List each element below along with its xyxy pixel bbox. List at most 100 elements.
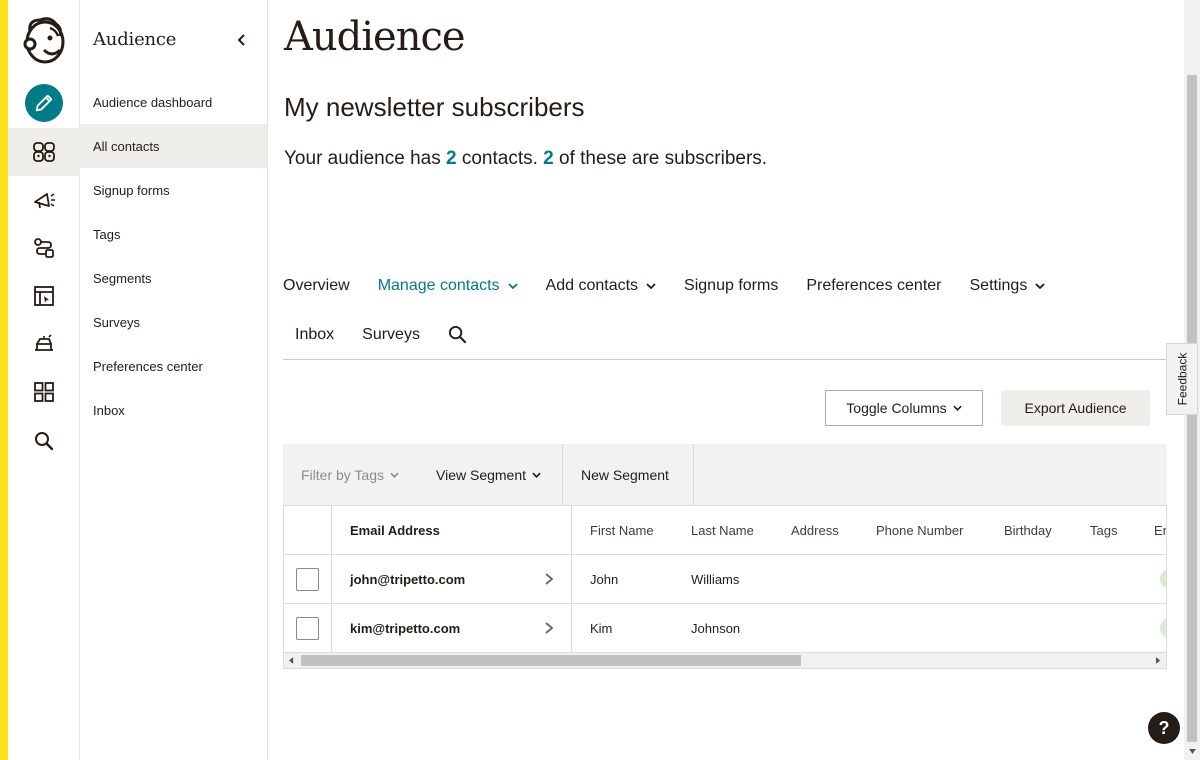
primary-icon-rail: [8, 0, 80, 760]
column-header-tags[interactable]: Tags: [1090, 506, 1117, 554]
triangle-left-icon: [289, 657, 294, 664]
feedback-label: Feedback: [1175, 352, 1190, 406]
column-header-phone[interactable]: Phone Number: [876, 506, 963, 554]
subnav-item-inbox[interactable]: Inbox: [80, 388, 267, 432]
tab-overview[interactable]: Overview: [283, 277, 350, 295]
content-studio-icon: [35, 334, 53, 351]
export-audience-button[interactable]: Export Audience: [1001, 390, 1150, 426]
subnav-item-preferences-center[interactable]: Preferences center: [80, 344, 267, 388]
subnav-item-surveys[interactable]: Surveys: [80, 300, 267, 344]
tab-add-contacts[interactable]: Add contacts: [546, 277, 657, 295]
rail-item-automations[interactable]: [8, 224, 80, 272]
subscribed-status-badge: [1160, 569, 1166, 589]
rail-item-search[interactable]: [8, 417, 80, 465]
view-segment-dropdown[interactable]: View Segment: [436, 444, 541, 506]
tab-label: Overview: [283, 277, 350, 294]
filter-divider: [562, 444, 563, 506]
new-segment-button[interactable]: New Segment: [581, 444, 669, 506]
help-button[interactable]: ?: [1148, 712, 1180, 744]
feedback-tab[interactable]: Feedback: [1166, 343, 1198, 415]
collapse-subnav-button[interactable]: [232, 30, 252, 50]
column-header-last-name[interactable]: Last Name: [691, 506, 754, 554]
subnav-item-signup-forms[interactable]: Signup forms: [80, 168, 267, 212]
chevron-right-icon[interactable]: [543, 621, 555, 635]
audience-name: My newsletter subscribers: [284, 92, 585, 122]
column-header-truncated[interactable]: En: [1154, 506, 1166, 554]
rail-item-content[interactable]: [8, 320, 80, 368]
scrollbar-thumb[interactable]: [301, 655, 801, 666]
filter-by-tags-dropdown[interactable]: Filter by Tags: [301, 444, 399, 506]
table-row[interactable]: kim@tripetto.com Kim Johnson: [284, 604, 1166, 653]
segment-filter-bar: Filter by Tags View Segment New Segment: [283, 444, 1167, 506]
campaigns-megaphone-icon: [34, 193, 55, 209]
column-header-email[interactable]: Email Address: [350, 506, 440, 554]
subnav-item-audience-dashboard[interactable]: Audience dashboard: [80, 80, 267, 124]
subscribed-status-badge: [1160, 618, 1166, 638]
scroll-down-button[interactable]: [1187, 746, 1197, 756]
contact-first-name: Kim: [590, 620, 613, 636]
search-icon: [448, 325, 467, 344]
tab-inbox[interactable]: Inbox: [295, 326, 334, 344]
subnav-title: Audience: [93, 29, 177, 50]
audience-tabs-row-2: Inbox Surveys: [295, 325, 495, 344]
column-divider: [331, 555, 332, 603]
export-audience-label: Export Audience: [1024, 400, 1127, 416]
chevron-down-icon: [390, 472, 399, 478]
subnav-item-all-contacts[interactable]: All contacts: [80, 124, 267, 168]
rail-item-website[interactable]: [8, 272, 80, 320]
tab-signup-forms[interactable]: Signup forms: [684, 277, 778, 295]
subnav-item-segments[interactable]: Segments: [80, 256, 267, 300]
chevron-down-icon: [953, 405, 962, 411]
column-divider: [571, 555, 572, 603]
column-divider: [571, 604, 572, 652]
contact-last-name: Johnson: [691, 620, 741, 636]
audience-icon: [33, 142, 55, 162]
tab-label: Inbox: [295, 325, 335, 343]
scroll-left-button[interactable]: [284, 653, 299, 668]
column-divider: [331, 506, 332, 554]
scroll-right-button[interactable]: [1151, 653, 1166, 668]
tab-search[interactable]: [448, 325, 467, 344]
chevron-down-icon: [1035, 283, 1045, 289]
automations-icon: [34, 238, 54, 258]
tab-manage-contacts[interactable]: Manage contacts: [378, 277, 518, 295]
tab-surveys[interactable]: Surveys: [362, 326, 420, 344]
new-segment-label: New Segment: [581, 467, 669, 483]
contact-email[interactable]: kim@tripetto.com: [350, 604, 460, 652]
subnav-item-tags[interactable]: Tags: [80, 212, 267, 256]
filter-by-tags-label: Filter by Tags: [301, 467, 384, 483]
toggle-columns-button[interactable]: Toggle Columns: [825, 390, 983, 426]
chevron-down-icon: [532, 472, 541, 478]
mailchimp-freddie-logo-icon[interactable]: [20, 14, 68, 66]
row-checkbox[interactable]: [296, 567, 319, 591]
rail-item-campaigns[interactable]: [8, 176, 80, 224]
column-header-birthday[interactable]: Birthday: [1004, 506, 1052, 554]
rail-item-integrations[interactable]: [8, 368, 80, 416]
integrations-grid-icon: [34, 382, 54, 402]
rail-item-audience[interactable]: [8, 128, 80, 176]
column-divider: [331, 604, 332, 652]
create-button[interactable]: [25, 84, 63, 122]
search-icon: [35, 432, 54, 451]
contact-email[interactable]: john@tripetto.com: [350, 555, 465, 603]
tab-preferences-center[interactable]: Preferences center: [806, 277, 941, 295]
chevron-down-icon: [646, 283, 656, 289]
chevron-right-icon[interactable]: [543, 572, 555, 586]
column-header-first-name[interactable]: First Name: [590, 506, 654, 554]
tab-settings[interactable]: Settings: [970, 277, 1046, 295]
row-checkbox[interactable]: [296, 616, 319, 640]
main-content: Audience My newsletter subscribers Your …: [268, 0, 1184, 760]
subscribers-count: 2: [543, 148, 554, 169]
column-divider: [571, 506, 572, 554]
contact-first-name: John: [590, 571, 619, 587]
table-row[interactable]: john@tripetto.com John Williams: [284, 555, 1166, 604]
audience-subnav: Audience Audience dashboard All contacts…: [80, 0, 268, 760]
column-header-address[interactable]: Address: [791, 506, 839, 554]
help-icon: ?: [1158, 717, 1170, 738]
table-horizontal-scrollbar[interactable]: [284, 653, 1166, 668]
tab-label: Signup forms: [684, 277, 779, 294]
view-segment-label: View Segment: [436, 467, 527, 483]
tab-label: Add contacts: [545, 277, 639, 294]
tabs-divider: [283, 359, 1173, 360]
tab-label: Preferences center: [806, 277, 942, 294]
